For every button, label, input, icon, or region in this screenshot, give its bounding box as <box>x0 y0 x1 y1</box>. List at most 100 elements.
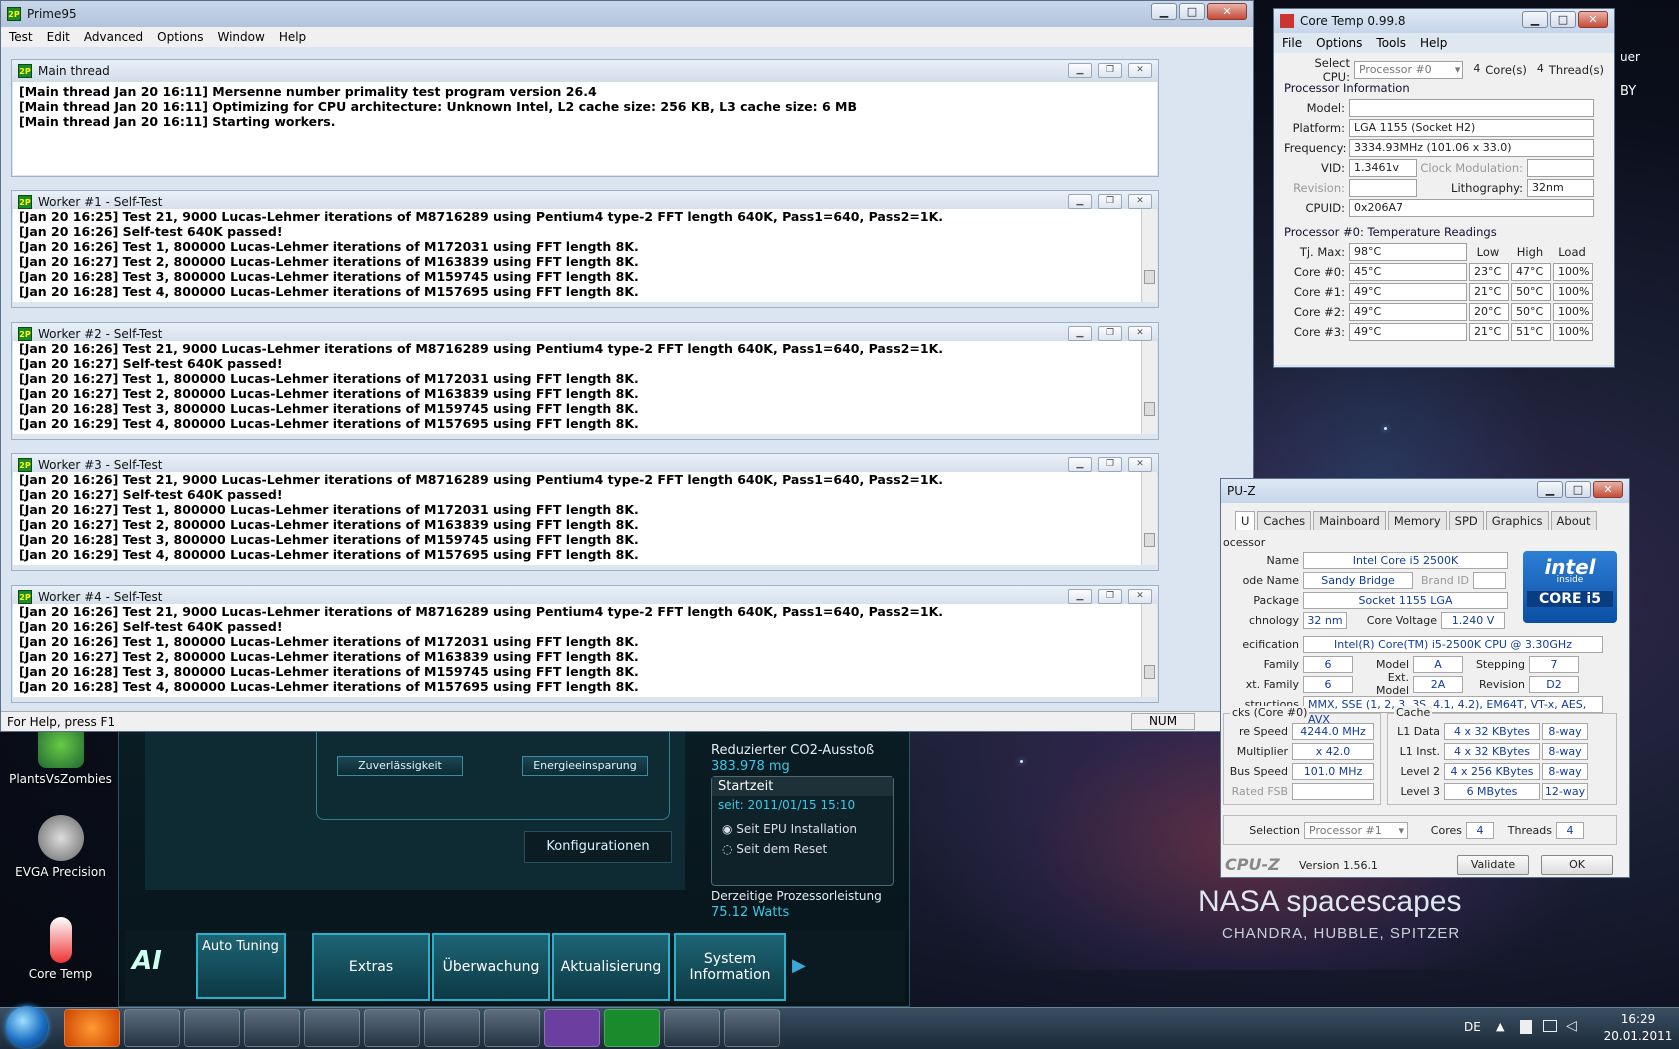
tab-graphics[interactable]: Graphics <box>1485 511 1549 530</box>
close-button[interactable]: ✕ <box>1128 63 1152 78</box>
minimize-button[interactable]: ▁ <box>1068 589 1092 604</box>
tab-mainboard[interactable]: Mainboard <box>1313 511 1386 530</box>
ok-button[interactable]: OK <box>1541 855 1613 875</box>
konfigurationen-button[interactable]: Konfigurationen <box>524 831 672 863</box>
cpuz-taskbar-icon[interactable] <box>544 1009 600 1047</box>
tray-arrow-icon[interactable]: ▲ <box>1496 1020 1504 1033</box>
selection-dropdown[interactable]: Processor #1 ▾ <box>1304 821 1408 839</box>
scrollbar-thumb[interactable] <box>1144 665 1155 679</box>
close-button[interactable]: ✕ <box>1128 457 1152 472</box>
minimize-button[interactable]: ▁ <box>1068 63 1092 78</box>
minimize-button[interactable]: ▁ <box>1537 481 1563 498</box>
scrollbar-thumb[interactable] <box>1144 270 1155 284</box>
restore-button[interactable]: ❐ <box>1098 326 1122 341</box>
menu-test[interactable]: Test <box>9 30 33 44</box>
maximize-button[interactable]: □ <box>1179 3 1205 20</box>
vertical-scrollbar[interactable] <box>1141 604 1157 697</box>
main-thread-log[interactable]: [Main thread Jan 20 16:11] Mersenne numb… <box>13 82 1157 175</box>
explorer-taskbar-icon[interactable] <box>124 1009 180 1047</box>
scrollbar-thumb[interactable] <box>1144 533 1155 547</box>
maximize-button[interactable]: □ <box>1565 481 1591 498</box>
close-button[interactable]: ✕ <box>1128 194 1152 209</box>
restore-button[interactable]: ❐ <box>1098 457 1122 472</box>
ai-suite-taskbar-icon[interactable] <box>724 1009 780 1047</box>
menu-tools[interactable]: Tools <box>1376 36 1406 50</box>
close-button[interactable]: ✕ <box>1578 11 1608 28</box>
tile-aktualisierung[interactable]: Aktualisierung <box>552 933 670 1001</box>
minimize-button[interactable]: ▁ <box>1068 457 1092 472</box>
worker-log[interactable]: [Jan 20 16:26] Test 21, 9000 Lucas-Lehme… <box>13 472 1157 565</box>
coretemp-title: Core Temp 0.99.8 <box>1300 14 1406 28</box>
tray-network-icon[interactable] <box>1543 1020 1557 1032</box>
ratedfsb-label: Rated FSB <box>1231 784 1288 798</box>
tile-system-information[interactable]: System Information <box>674 933 786 1001</box>
close-button[interactable]: ✕ <box>1128 326 1152 341</box>
minimize-button[interactable]: ▁ <box>1522 11 1548 28</box>
desktop-icon-evga-precision[interactable]: EVGA Precision <box>8 815 113 879</box>
tiles-next-arrow-icon[interactable]: ▶ <box>792 955 806 976</box>
menu-options[interactable]: Options <box>157 30 203 44</box>
tab-memory[interactable]: Memory <box>1387 511 1447 530</box>
pro-app-taskbar-icon[interactable] <box>304 1009 360 1047</box>
desktop-icon-core-temp[interactable]: Core Temp <box>8 917 113 981</box>
radio-seit-epu[interactable]: ◉ Seit EPU Installation <box>712 814 893 836</box>
menu-options[interactable]: Options <box>1316 36 1362 50</box>
select-cpu-dropdown[interactable]: Processor #0 ▾ <box>1353 61 1464 79</box>
tray-volume-icon[interactable]: ◁ <box>1566 1018 1577 1034</box>
cpuz-titlebar[interactable]: PU-Z ▁ □ ✕ <box>1221 479 1629 503</box>
restore-button[interactable]: ❐ <box>1098 194 1122 209</box>
restore-button[interactable]: ❐ <box>1098 63 1122 78</box>
minimize-button[interactable]: ▁ <box>1068 194 1092 209</box>
zuverlaessigkeit-button[interactable]: Zuverlässigkeit <box>337 756 463 776</box>
coretemp-titlebar[interactable]: Core Temp 0.99.8 ▁ □ ✕ <box>1274 9 1614 33</box>
prime95-taskbar-icon[interactable] <box>604 1009 660 1047</box>
scrollbar-thumb[interactable] <box>1144 402 1155 416</box>
corespeed-value: 4244.0 MHz <box>1292 722 1374 740</box>
vertical-scrollbar[interactable] <box>1141 209 1157 302</box>
worker-log[interactable]: [Jan 20 16:25] Test 21, 9000 Lucas-Lehme… <box>13 209 1157 302</box>
tab-spd[interactable]: SPD <box>1448 511 1484 530</box>
menu-window[interactable]: Window <box>217 30 264 44</box>
tile-auto-tuning[interactable]: Auto Tuning <box>196 933 286 999</box>
tile-extras[interactable]: Extras <box>312 933 430 1001</box>
validate-button[interactable]: Validate <box>1457 855 1529 875</box>
tab-cpu[interactable]: U <box>1235 511 1256 530</box>
close-button[interactable]: ✕ <box>1593 481 1623 498</box>
prime95-titlebar[interactable]: 2P Prime95 ▁ □ ✕ <box>1 1 1253 27</box>
clock-time[interactable]: 16:29 <box>1608 1012 1668 1026</box>
tab-about[interactable]: About <box>1550 511 1597 530</box>
restore-button[interactable]: ❐ <box>1098 589 1122 604</box>
main-thread-titlebar[interactable]: 2P Main thread ▁ ❐ ✕ <box>12 60 1158 82</box>
vid-label: VID: <box>1321 161 1345 175</box>
radio-seit-reset[interactable]: ◌ Seit dem Reset <box>712 836 893 856</box>
close-button[interactable]: ✕ <box>1207 3 1247 20</box>
worker-log[interactable]: [Jan 20 16:26] Test 21, 9000 Lucas-Lehme… <box>13 341 1157 434</box>
tab-caches[interactable]: Caches <box>1257 511 1312 530</box>
paint-taskbar-icon[interactable] <box>664 1009 720 1047</box>
vertical-scrollbar[interactable] <box>1141 472 1157 565</box>
clock-date[interactable]: 20.01.2011 <box>1600 1029 1676 1043</box>
language-indicator[interactable]: DE <box>1464 1020 1481 1034</box>
menu-file[interactable]: File <box>1282 36 1302 50</box>
tray-flag-icon[interactable] <box>1520 1020 1532 1034</box>
eye-app-taskbar-icon[interactable] <box>364 1009 420 1047</box>
firefox-taskbar-icon[interactable] <box>64 1009 120 1047</box>
minimize-button[interactable]: ▁ <box>1151 3 1177 20</box>
menu-help[interactable]: Help <box>1420 36 1447 50</box>
menu-advanced[interactable]: Advanced <box>84 30 143 44</box>
wallpaper-star <box>1384 427 1387 430</box>
menu-help[interactable]: Help <box>279 30 306 44</box>
close-button[interactable]: ✕ <box>1128 589 1152 604</box>
menu-edit[interactable]: Edit <box>47 30 70 44</box>
coretemp-taskbar-icon[interactable] <box>484 1009 540 1047</box>
green-flower-taskbar-icon[interactable] <box>244 1009 300 1047</box>
maximize-button[interactable]: □ <box>1550 11 1576 28</box>
vertical-scrollbar[interactable] <box>1141 341 1157 434</box>
tile-ueberwachung[interactable]: Überwachung <box>432 933 550 1001</box>
energieeinsparung-button[interactable]: Energieeinsparung <box>522 756 648 776</box>
media-player-taskbar-icon[interactable] <box>184 1009 240 1047</box>
worker-log[interactable]: [Jan 20 16:26] Test 21, 9000 Lucas-Lehme… <box>13 604 1157 697</box>
minimize-button[interactable]: ▁ <box>1068 326 1092 341</box>
document-taskbar-icon[interactable] <box>424 1009 480 1047</box>
start-button[interactable] <box>6 1006 48 1048</box>
